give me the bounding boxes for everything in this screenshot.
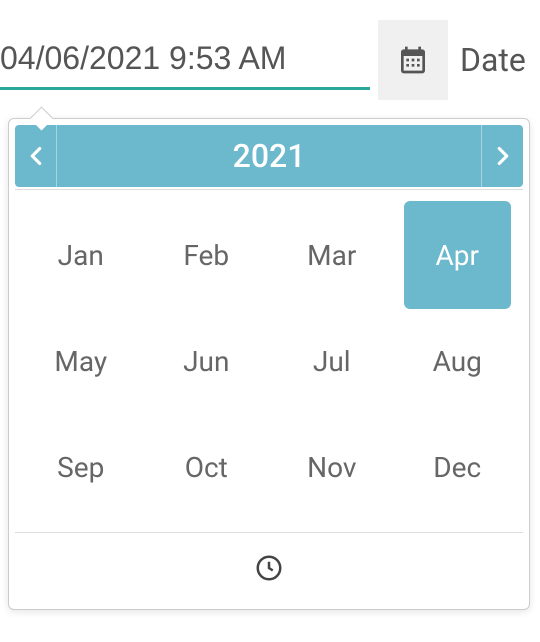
clock-icon [254, 553, 284, 583]
year-header: 2021 [15, 125, 523, 187]
next-year-button[interactable] [481, 125, 523, 187]
month-jun[interactable]: Jun [153, 320, 261, 402]
month-grid: JanFebMarApr MayJunJulAug SepOctNovDec [15, 190, 523, 532]
month-aug[interactable]: Aug [404, 320, 512, 402]
month-picker-popup: 2021 JanFebMarApr MayJunJulAug SepOctNovDe… [8, 118, 530, 610]
chevron-left-icon [29, 146, 43, 166]
time-toggle-button[interactable] [15, 533, 523, 603]
month-oct[interactable]: Oct [153, 426, 261, 508]
month-jan[interactable]: Jan [27, 214, 135, 296]
month-may[interactable]: May [27, 320, 135, 402]
month-sep[interactable]: Sep [27, 426, 135, 508]
datetime-input[interactable] [0, 30, 370, 90]
month-mar[interactable]: Mar [278, 214, 386, 296]
month-nov[interactable]: Nov [278, 426, 386, 508]
month-dec[interactable]: Dec [404, 426, 512, 508]
chevron-right-icon [496, 146, 510, 166]
year-label[interactable]: 2021 [57, 125, 481, 187]
prev-year-button[interactable] [15, 125, 57, 187]
calendar-icon [397, 44, 429, 76]
month-apr[interactable]: Apr [404, 201, 512, 309]
calendar-button[interactable] [378, 20, 448, 100]
month-feb[interactable]: Feb [153, 214, 261, 296]
field-label: Date [460, 41, 526, 79]
month-jul[interactable]: Jul [278, 320, 386, 402]
